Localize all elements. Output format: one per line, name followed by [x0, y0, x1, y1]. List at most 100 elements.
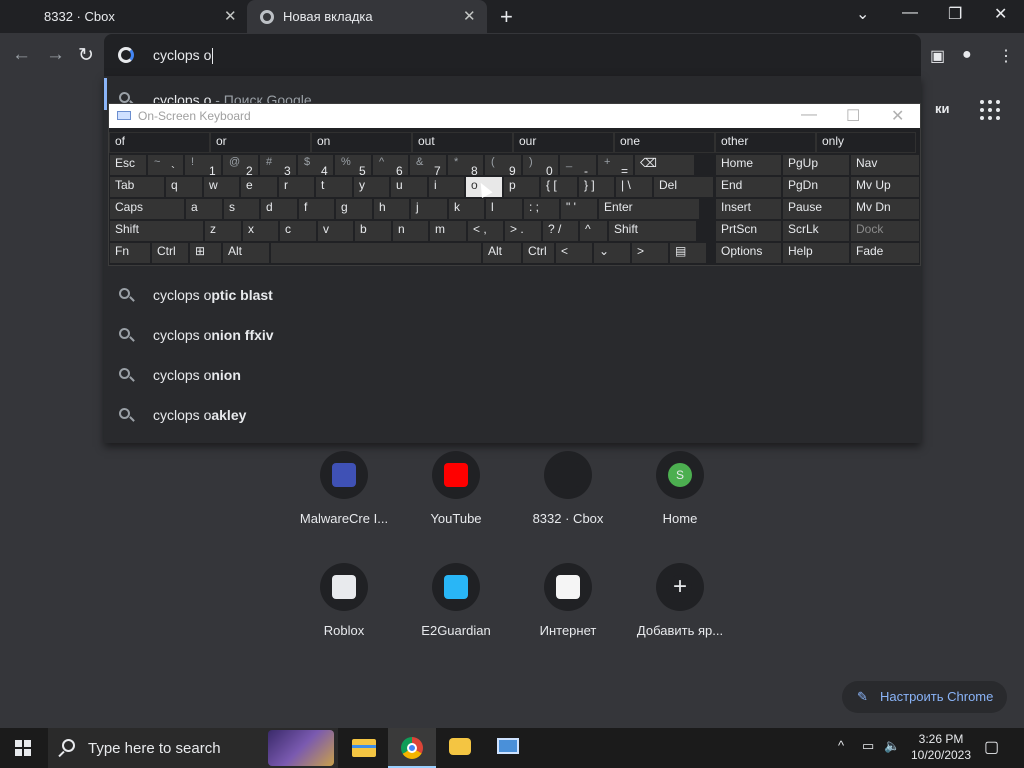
key[interactable]: j — [410, 198, 448, 220]
key[interactable]: q — [165, 176, 203, 198]
key[interactable]: Alt — [482, 242, 522, 264]
key[interactable]: e — [240, 176, 278, 198]
prediction-key[interactable]: other — [715, 132, 816, 153]
remote-desktop-icon[interactable] — [484, 728, 532, 768]
key[interactable]: & 7 — [409, 154, 447, 176]
shortcut-tile[interactable]: + Добавить яр... — [624, 563, 736, 653]
shortcut-tile[interactable]: S Home — [624, 451, 736, 541]
shortcut-tile[interactable]: Roblox — [288, 563, 400, 653]
key[interactable]: < , — [467, 220, 504, 242]
key[interactable]: ! 1 — [184, 154, 222, 176]
nav-key[interactable]: Insert — [715, 198, 782, 220]
shortcut-tile[interactable]: MalwareCre I... — [288, 451, 400, 541]
key[interactable]: } ] — [578, 176, 615, 198]
key[interactable]: * 8 — [447, 154, 484, 176]
key[interactable]: ⌫ — [634, 154, 695, 176]
key[interactable]: Caps — [109, 198, 185, 220]
nav-key[interactable]: Options — [715, 242, 782, 264]
key[interactable]: ~ ` — [147, 154, 184, 176]
notifications-icon[interactable]: ▢ — [984, 737, 999, 757]
key[interactable]: + = — [597, 154, 634, 176]
key[interactable]: z — [204, 220, 242, 242]
nav-key[interactable]: Mv Dn — [850, 198, 920, 220]
tab-search-icon[interactable]: ⌄ — [856, 4, 869, 24]
osk-maximize-button[interactable]: ☐ — [846, 106, 860, 126]
nav-key[interactable]: PgDn — [782, 176, 850, 198]
key[interactable]: Tab — [109, 176, 165, 198]
nav-key[interactable]: Home — [715, 154, 782, 176]
key[interactable]: y — [353, 176, 390, 198]
key[interactable]: ^ — [579, 220, 608, 242]
key[interactable]: ⌄ — [593, 242, 631, 264]
key[interactable]: : ; — [523, 198, 560, 220]
key[interactable]: { [ — [540, 176, 578, 198]
nav-key[interactable]: Fade — [850, 242, 920, 264]
nav-key[interactable]: Mv Up — [850, 176, 920, 198]
nav-key[interactable]: PgUp — [782, 154, 850, 176]
key[interactable]: @2 — [222, 154, 259, 176]
key[interactable]: v — [317, 220, 354, 242]
tray-chevron-icon[interactable]: ^ — [838, 738, 844, 753]
key[interactable]: #3 — [259, 154, 297, 176]
nav-key[interactable]: ScrLk — [782, 220, 850, 242]
volume-icon[interactable]: 🔈 — [884, 738, 900, 754]
key[interactable]: p — [503, 176, 540, 198]
key[interactable]: r — [278, 176, 315, 198]
key[interactable]: d — [260, 198, 298, 220]
key[interactable]: Fn — [109, 242, 151, 264]
key[interactable]: Ctrl — [522, 242, 555, 264]
chat-icon[interactable] — [436, 728, 484, 768]
key[interactable]: i — [428, 176, 465, 198]
key[interactable]: h — [373, 198, 410, 220]
key[interactable]: u — [390, 176, 428, 198]
nav-key[interactable]: PrtScn — [715, 220, 782, 242]
key[interactable]: (9 — [484, 154, 522, 176]
key[interactable]: l — [485, 198, 523, 220]
side-panel-icon[interactable]: ▣ — [930, 46, 945, 66]
ntp-link-text[interactable]: ки — [935, 101, 950, 116]
apps-grid-icon[interactable] — [980, 100, 1000, 120]
key[interactable]: Shift — [109, 220, 204, 242]
key[interactable]: Shift — [608, 220, 697, 242]
key[interactable]: ^ 6 — [372, 154, 409, 176]
close-window-button[interactable]: ✕ — [994, 4, 1007, 24]
key[interactable]: Esc — [109, 154, 147, 176]
key[interactable]: % 5 — [334, 154, 372, 176]
taskbar-search-box[interactable]: Type here to search — [48, 728, 338, 768]
back-button[interactable]: ← — [12, 44, 31, 66]
nav-key[interactable]: Help — [782, 242, 850, 264]
prediction-key[interactable]: or — [210, 132, 311, 153]
key[interactable]: Ctrl — [151, 242, 189, 264]
prediction-key[interactable]: our — [513, 132, 614, 153]
profile-icon[interactable]: ● — [962, 46, 972, 64]
key[interactable]: | \ — [615, 176, 653, 198]
nav-key[interactable]: Dock — [850, 220, 920, 242]
key[interactable]: w — [203, 176, 240, 198]
nav-key[interactable]: End — [715, 176, 782, 198]
key[interactable]: a — [185, 198, 223, 220]
osk-title-bar[interactable]: On-Screen Keyboard — ☐ ✕ — [109, 104, 920, 128]
suggestion-row[interactable]: cyclops onion — [104, 356, 921, 396]
reload-button[interactable]: ↻ — [78, 44, 94, 67]
prediction-key[interactable]: out — [412, 132, 513, 153]
key[interactable]: n — [392, 220, 429, 242]
suggestion-row[interactable]: cyclops onion ffxiv — [104, 316, 921, 356]
tab-close-icon[interactable]: ✕ — [224, 0, 237, 33]
shortcut-tile[interactable]: YouTube — [400, 451, 512, 541]
key[interactable]: c — [279, 220, 317, 242]
key[interactable]: ⊞ — [189, 242, 222, 264]
nav-key[interactable]: Pause — [782, 198, 850, 220]
shortcut-tile[interactable]: E2Guardian — [400, 563, 512, 653]
restore-button[interactable]: ❐ — [948, 4, 962, 24]
tab-cbox[interactable]: 8332 · Cbox ✕ — [0, 0, 247, 33]
key[interactable]: _ - — [559, 154, 597, 176]
key[interactable]: $4 — [297, 154, 334, 176]
osk-close-button[interactable]: ✕ — [891, 106, 904, 126]
prediction-key[interactable]: on — [311, 132, 412, 153]
key[interactable]: " ' — [560, 198, 598, 220]
key[interactable]: b — [354, 220, 392, 242]
key[interactable]: t — [315, 176, 353, 198]
key[interactable]: Alt — [222, 242, 270, 264]
suggestion-row[interactable]: cyclops oakley — [104, 396, 921, 436]
key[interactable]: k — [448, 198, 485, 220]
